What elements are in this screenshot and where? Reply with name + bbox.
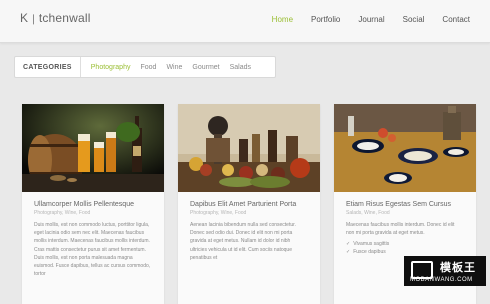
vegetables-photo[interactable] [178,104,320,192]
categories-title: CATEGORIES [15,57,81,77]
nav-contact[interactable]: Contact [442,15,470,24]
site-logo[interactable]: K❘tchenwall [20,11,91,25]
bullet-text: Fusce dapibus [353,249,386,256]
filter-gourmet[interactable]: Gourmet [192,64,219,71]
list-item: ✓ Vivamus sagittis [346,240,464,248]
filter-salads[interactable]: Salads [230,64,251,71]
filter-food[interactable]: Food [140,64,156,71]
card-excerpt: Duis mollis, est non commodo luctus, por… [34,222,151,278]
card-excerpt: Maecenas faucibus mollis interdum. Donec… [346,222,455,237]
bullet-text: Vivamus sagittis [353,241,390,248]
portfolio-card[interactable]: Dapibus Elit Amet Parturient Porta Photo… [178,104,320,304]
card-title[interactable]: Ullamcorper Mollis Pellentesque [34,201,152,208]
filter-wine[interactable]: Wine [166,64,182,71]
card-meta: Salads, Wine, Food [346,210,390,216]
watermark-bottom-text: MOBANWANG.COM [410,277,473,283]
card-excerpt: Aenean lacinia bibendum nulla sed consec… [190,222,296,261]
check-icon: ✓ [346,241,351,248]
check-icon: ✓ [346,249,351,256]
card-title[interactable]: Etiam Risus Egestas Sem Cursus [346,201,464,208]
card-meta: Photography, Wine, Food [34,210,91,216]
filter-photography[interactable]: Photography [91,64,131,71]
card-bullet-list: ✓ Vivamus sagittis ✓ Fusce dapibus [346,240,464,256]
vegetables-image [178,104,320,192]
table-setting-photo[interactable] [334,104,476,192]
nav-journal[interactable]: Journal [358,15,384,24]
nav-portfolio[interactable]: Portfolio [311,15,340,24]
nav-home[interactable]: Home [272,15,293,24]
table-setting-image [334,104,476,192]
logo-text-start: K [20,11,29,25]
whisk-icon: ❘ [29,14,38,25]
category-filter-bar: CATEGORIES Photography Food Wine Gourmet… [14,56,276,78]
beer-barrel-image [22,104,164,192]
card-meta: Photography, Wine, Food [190,210,247,216]
logo-text-end: tchenwall [38,11,91,25]
site-watermark: 模板王 MOBANWANG.COM [404,256,486,286]
card-title[interactable]: Dapibus Elit Amet Parturient Porta [190,201,308,208]
nav-social[interactable]: Social [403,15,425,24]
watermark-top-text: 模板王 [440,262,476,274]
beer-barrel-photo[interactable] [22,104,164,192]
main-nav: Home Portfolio Journal Social Contact [272,15,470,24]
site-header: K❘tchenwall Home Portfolio Journal Socia… [0,0,490,43]
portfolio-card[interactable]: Ullamcorper Mollis Pellentesque Photogra… [22,104,164,304]
